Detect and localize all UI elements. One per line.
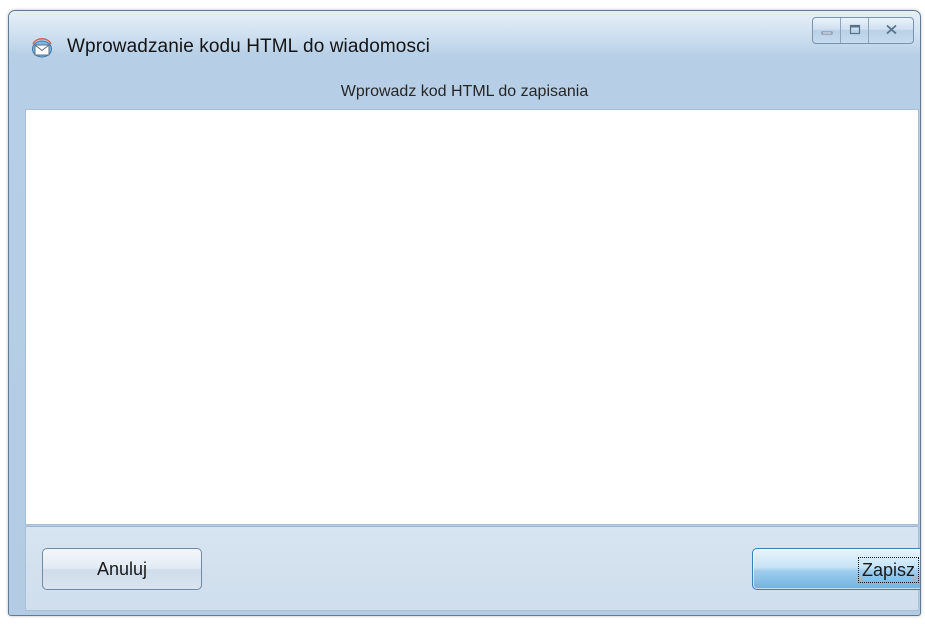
mail-envelope-icon <box>30 35 54 59</box>
dialog-window: Wprowadzanie kodu HTML do wiadomosci Wpr… <box>8 10 921 616</box>
close-button[interactable] <box>868 18 913 43</box>
cancel-button[interactable]: Anuluj <box>42 548 202 590</box>
html-input-panel <box>25 109 919 525</box>
html-code-input[interactable] <box>26 110 918 524</box>
maximize-icon <box>849 22 861 40</box>
save-button[interactable]: Zapisz <box>752 548 920 590</box>
cancel-button-label: Anuluj <box>96 558 148 579</box>
caption-buttons <box>812 17 914 44</box>
window-title: Wprowadzanie kodu HTML do wiadomosci <box>67 36 430 57</box>
minimize-icon <box>821 22 833 40</box>
title-bar[interactable]: Wprowadzanie kodu HTML do wiadomosci <box>9 11 920 81</box>
maximize-button[interactable] <box>840 18 868 43</box>
close-icon <box>885 22 898 40</box>
save-button-label: Zapisz <box>857 557 919 583</box>
minimize-button[interactable] <box>813 18 840 43</box>
dialog-instruction: Wprowadz kod HTML do zapisania <box>340 83 589 100</box>
button-bar: Anuluj Zapisz <box>25 526 920 611</box>
